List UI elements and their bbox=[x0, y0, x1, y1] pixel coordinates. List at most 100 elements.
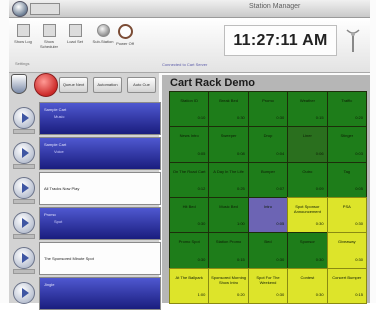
list-item: Promo Spot bbox=[9, 205, 161, 240]
rack-title: Cart Rack Demo bbox=[170, 77, 255, 89]
tile-title: Hit Bed bbox=[182, 204, 196, 209]
play-icon[interactable] bbox=[13, 142, 35, 164]
play-icon[interactable] bbox=[13, 282, 35, 304]
tile-duration: 0:04 bbox=[276, 150, 285, 156]
show-scheduler-button[interactable]: Show Scheduler bbox=[37, 24, 61, 49]
tile-duration: 0:05 bbox=[276, 221, 285, 227]
rack-cart-tile[interactable]: Break Bed 0:30 bbox=[208, 91, 249, 128]
tile-duration: 0:08 bbox=[236, 150, 245, 156]
play-icon[interactable] bbox=[13, 212, 35, 234]
rack-cart-tile[interactable]: Intro 0:05 bbox=[247, 197, 289, 234]
tile-duration: 0:15 bbox=[315, 115, 324, 121]
rack-cart-tile[interactable]: Drop 0:04 bbox=[247, 126, 289, 163]
progress-bar bbox=[13, 164, 35, 169]
tile-duration: 0:30 bbox=[197, 221, 206, 227]
rack-cart-tile[interactable]: Music Bed 1:00 bbox=[208, 197, 249, 234]
cart-slot[interactable]: Sample Cart Music bbox=[39, 102, 161, 135]
rack-cart-tile[interactable]: Promo Spot 0:30 bbox=[169, 232, 210, 269]
rack-cart-tile[interactable]: Outro 0:09 bbox=[287, 161, 328, 198]
tile-duration: 0:30 bbox=[276, 256, 285, 262]
rack-cart-tile[interactable]: Station Promo 0:15 bbox=[208, 232, 249, 269]
progress-bar bbox=[13, 234, 35, 239]
folder-icon bbox=[68, 24, 82, 37]
play-icon[interactable] bbox=[13, 247, 35, 269]
status-line: Connected to Cart Server bbox=[162, 62, 208, 67]
rack-cart-tile[interactable]: Concert Bumper 0:15 bbox=[326, 267, 367, 304]
rack-cart-tile[interactable]: Weather 0:15 bbox=[287, 91, 328, 128]
rack-cart-tile[interactable]: Contest 0:30 bbox=[287, 267, 328, 304]
power-icon bbox=[117, 24, 133, 39]
rack-cart-tile[interactable]: Traffic 0:20 bbox=[326, 91, 367, 128]
tile-duration: 0:30 bbox=[236, 115, 245, 121]
rack-cart-tile[interactable]: Liner 0:06 bbox=[287, 126, 328, 163]
tile-title: Intro bbox=[263, 204, 272, 209]
station-icon bbox=[96, 24, 110, 37]
tile-title: At The Ballpark bbox=[175, 274, 203, 280]
rack-cart-tile[interactable]: Sponsored Morning Show Intro 0:20 bbox=[208, 267, 249, 304]
application-menu-button[interactable] bbox=[12, 1, 28, 17]
tile-title: On The Road Cart bbox=[172, 168, 206, 174]
rack-cart-tile[interactable]: Tag 0:05 bbox=[326, 161, 367, 198]
rack-cart-tile[interactable]: Sponsor 0:30 bbox=[287, 232, 328, 269]
shield-icon[interactable] bbox=[11, 74, 27, 94]
rack-cart-tile[interactable]: Sweeper 0:08 bbox=[208, 126, 249, 163]
sub-station-button[interactable]: Sub-Station bbox=[91, 24, 115, 44]
tile-duration: 0:12 bbox=[197, 185, 206, 191]
rack-cart-tile[interactable]: Giveaway 0:30 bbox=[326, 232, 367, 269]
tile-duration: 0:07 bbox=[276, 185, 285, 191]
rack-cart-tile[interactable]: On The Road Cart 0:12 bbox=[169, 161, 210, 198]
rack-cart-tile[interactable]: Station ID 0:10 bbox=[169, 91, 210, 128]
rack-cart-tile[interactable]: Promo 0:30 bbox=[247, 91, 289, 128]
load-set-button[interactable]: Load Set bbox=[63, 24, 87, 44]
tile-duration: 0:09 bbox=[315, 185, 324, 191]
rack-cart-tile[interactable]: Hit Bed 0:30 bbox=[169, 197, 210, 234]
cart-slot[interactable]: All Tracks Now Play bbox=[39, 172, 161, 205]
tile-title: Concert Bumper bbox=[332, 274, 362, 280]
cart-slot[interactable]: Jingle bbox=[39, 277, 161, 310]
power-off-label: Power Off bbox=[116, 41, 134, 46]
rack-cart-tile[interactable]: At The Ballpark 1:00 bbox=[169, 267, 210, 304]
list-item: Jingle bbox=[9, 275, 161, 310]
progress-bar bbox=[13, 129, 35, 134]
cart-slot[interactable]: Sample Cart Voice bbox=[39, 137, 161, 170]
cart-slot[interactable]: The Sponsored Minute Spot bbox=[39, 242, 161, 275]
tile-title: Stinger bbox=[340, 133, 354, 139]
ribbon-group-label: Settings bbox=[15, 61, 30, 66]
power-off-button[interactable]: Power Off bbox=[113, 24, 137, 46]
auto-cue-button[interactable]: Auto Cue bbox=[127, 77, 156, 93]
play-icon[interactable] bbox=[13, 177, 35, 199]
rack-cart-tile[interactable]: Spot Sponsor Announcement 0:30 bbox=[287, 197, 328, 234]
list-item: Sample Cart Music bbox=[9, 100, 161, 135]
tile-title: Promo Spot bbox=[178, 239, 200, 245]
list-item: All Tracks Now Play bbox=[9, 170, 161, 205]
tile-duration: 0:20 bbox=[355, 115, 363, 121]
queue-next-button[interactable]: Queue Next bbox=[59, 77, 88, 93]
tile-title: Outro bbox=[302, 168, 313, 174]
rack-cart-tile[interactable]: Spot For The Weekend 0:30 bbox=[247, 267, 289, 304]
rack-cart-tile[interactable]: A Day In The Life 0:25 bbox=[208, 161, 249, 198]
load-set-label: Load Set bbox=[66, 39, 83, 44]
cart-title: Promo bbox=[44, 212, 56, 217]
rack-cart-tile[interactable]: PSA 0:30 bbox=[326, 197, 367, 234]
tile-title: Traffic bbox=[341, 98, 353, 103]
quick-access-toolbar[interactable] bbox=[30, 3, 60, 15]
rack-cart-tile[interactable]: Bumper 0:07 bbox=[247, 161, 289, 198]
tile-duration: 0:20 bbox=[236, 291, 245, 297]
rack-cart-tile[interactable]: Bed 0:30 bbox=[247, 232, 289, 269]
show-log-button[interactable]: Show Log bbox=[11, 24, 35, 44]
automation-button[interactable]: Automation bbox=[93, 77, 122, 93]
cart-slot[interactable]: Promo Spot bbox=[39, 207, 161, 240]
tile-duration: 0:30 bbox=[197, 256, 206, 262]
cart-title: Sample Cart bbox=[44, 107, 67, 112]
tile-title: Drop bbox=[263, 133, 273, 139]
rack-cart-tile[interactable]: News Intro 0:05 bbox=[169, 126, 210, 163]
tile-duration: 0:15 bbox=[236, 256, 245, 262]
play-icon[interactable] bbox=[13, 107, 35, 129]
tile-duration: 0:05 bbox=[197, 150, 206, 156]
tile-title: Promo bbox=[262, 98, 274, 103]
tile-duration: 1:00 bbox=[236, 221, 245, 227]
stop-button[interactable] bbox=[34, 73, 58, 97]
rack-cart-tile[interactable]: Stinger 0:03 bbox=[326, 126, 367, 163]
tile-title: Sponsor bbox=[299, 239, 315, 245]
progress-bar bbox=[13, 269, 35, 274]
